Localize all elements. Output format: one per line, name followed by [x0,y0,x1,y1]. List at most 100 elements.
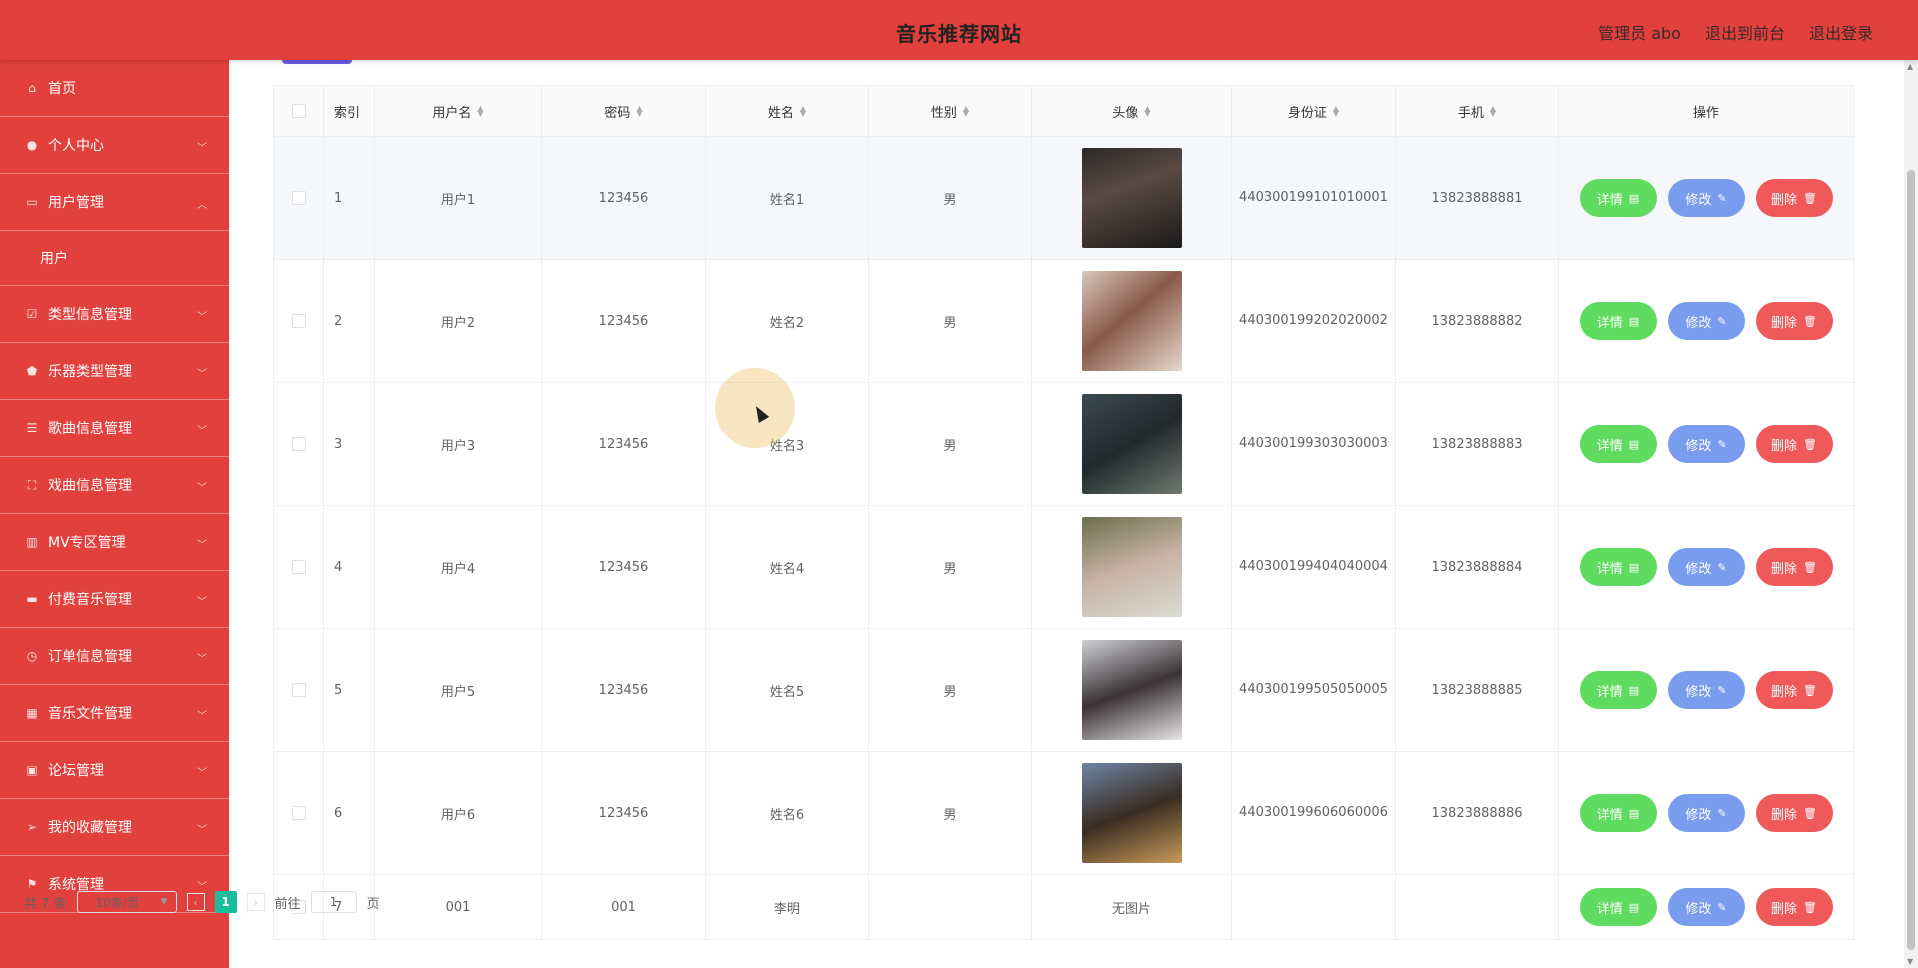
sidebar-item-personal-center[interactable]: ● 个人中心 ﹀ [0,117,229,174]
sidebar-subitem-user[interactable]: 用户 [0,231,229,286]
page-size-select[interactable]: 10条/页 ▼ [76,891,177,913]
delete-button[interactable]: 删除 🗑 [1755,179,1833,217]
edit-button[interactable]: 修改 ✎ [1667,179,1745,217]
cell-gender: 男 [869,260,1032,382]
logout-link[interactable]: 退出登录 [1809,20,1873,44]
top-header: 音乐推荐网站 管理员 abo 退出到前台 退出登录 [0,0,1918,60]
document-icon: ▤ [1628,314,1640,328]
row-checkbox[interactable] [291,437,306,451]
avatar-image[interactable] [1081,517,1182,617]
detail-button[interactable]: 详情 ▤ [1579,548,1657,586]
sidebar-item-order-info[interactable]: ◷ 订单信息管理 ﹀ [0,628,229,685]
header-name[interactable]: 姓名 ▲ ▼ [706,86,869,136]
cell-name: 姓名1 [706,137,869,259]
prev-page-button[interactable]: ‹ [186,893,205,911]
scrolled-button-edge[interactable] [282,60,352,64]
detail-button[interactable]: 详情 ▤ [1579,794,1657,832]
edit-button[interactable]: 修改 ✎ [1667,302,1745,340]
select-all-checkbox[interactable] [291,104,306,118]
table-row: 6 用户6 123456 姓名6 男 440300199606060006 13… [274,752,1853,875]
pencil-icon: ✎ [1717,191,1727,205]
sidebar-item-label: 付费音乐管理 [48,592,132,608]
delete-button[interactable]: 删除 🗑 [1755,425,1833,463]
row-checkbox[interactable] [291,560,306,574]
page-number-current[interactable]: 1 [214,891,237,913]
cell-username: 用户3 [375,383,542,505]
sidebar-item-label: 我的收藏管理 [48,820,132,836]
sidebar-item-type-info[interactable]: ☑ 类型信息管理 ﹀ [0,286,229,343]
avatar-image[interactable] [1081,148,1182,248]
scroll-down-icon[interactable]: ▼ [1907,957,1913,966]
sidebar-item-music-files[interactable]: ▦ 音乐文件管理 ﹀ [0,685,229,742]
back-to-front-link[interactable]: 退出到前台 [1705,20,1785,44]
cell-gender: 男 [869,752,1032,874]
delete-button[interactable]: 删除 🗑 [1755,888,1833,926]
button-label: 修改 [1685,192,1712,208]
sidebar-item-song-info[interactable]: ☰ 歌曲信息管理 ﹀ [0,400,229,457]
sidebar-item-paid-music[interactable]: ▬ 付费音乐管理 ﹀ [0,571,229,628]
sort-icon[interactable]: ▲ ▼ [636,105,642,118]
sidebar-item-home[interactable]: ⌂ 首页 [0,60,229,117]
detail-button[interactable]: 详情 ▤ [1579,671,1657,709]
edit-button[interactable]: 修改 ✎ [1667,671,1745,709]
delete-button[interactable]: 删除 🗑 [1755,671,1833,709]
scroll-thumb[interactable] [1907,170,1915,950]
goto-page-input[interactable]: 1 [310,891,357,913]
sidebar-item-forum[interactable]: ▣ 论坛管理 ﹀ [0,742,229,799]
cell-gender: 男 [869,137,1032,259]
detail-button[interactable]: 详情 ▤ [1579,425,1657,463]
chevron-down-icon: ﹀ [197,654,207,665]
button-label: 删除 [1771,315,1798,331]
sort-icon[interactable]: ▲ ▼ [963,105,969,118]
avatar-image[interactable] [1081,271,1182,371]
header-label: 手机 [1457,105,1484,121]
sidebar-item-opera-info[interactable]: ⛶ 戏曲信息管理 ﹀ [0,457,229,514]
header-id-card[interactable]: 身份证 ▲ ▼ [1232,86,1396,136]
document-icon: ▤ [1628,437,1640,451]
detail-button[interactable]: 详情 ▤ [1579,179,1657,217]
user-icon: ● [26,138,38,152]
row-checkbox[interactable] [291,191,306,205]
header-username[interactable]: 用户名 ▲ ▼ [375,86,542,136]
document-icon: ▤ [1628,560,1640,574]
edit-button[interactable]: 修改 ✎ [1667,794,1745,832]
delete-button[interactable]: 删除 🗑 [1755,794,1833,832]
page-scrollbar[interactable]: ▲ ▼ [1904,60,1918,968]
avatar-image[interactable] [1081,640,1182,740]
sort-icon[interactable]: ▲ ▼ [800,105,806,118]
row-checkbox[interactable] [291,683,306,697]
header-links: 管理员 abo 退出到前台 退出登录 [1598,20,1873,44]
detail-button[interactable]: 详情 ▤ [1579,888,1657,926]
send-icon: ➢ [26,820,38,834]
delete-button[interactable]: 删除 🗑 [1755,302,1833,340]
sidebar-item-label: 论坛管理 [48,763,104,779]
building-icon: ▦ [26,706,38,720]
avatar-image[interactable] [1081,394,1182,494]
cell-avatar [1032,506,1232,628]
detail-button[interactable]: 详情 ▤ [1579,302,1657,340]
cell-id-card: 440300199606060006 [1232,752,1396,874]
sidebar-item-user-management[interactable]: ▭ 用户管理 ︿ [0,174,229,231]
next-page-button[interactable]: › [246,893,265,911]
header-gender[interactable]: 性别 ▲ ▼ [869,86,1032,136]
row-checkbox[interactable] [291,806,306,820]
sort-icon[interactable]: ▲ ▼ [1144,105,1150,118]
sort-icon[interactable]: ▲ ▼ [1490,105,1496,118]
avatar-image[interactable] [1081,763,1182,863]
pencil-icon: ✎ [1717,314,1727,328]
header-phone[interactable]: 手机 ▲ ▼ [1396,86,1559,136]
sidebar-item-mv-zone[interactable]: ▥ MV专区管理 ﹀ [0,514,229,571]
document-icon: ▤ [1628,683,1640,697]
delete-button[interactable]: 删除 🗑 [1755,548,1833,586]
scroll-up-icon[interactable]: ▲ [1907,62,1913,71]
header-avatar[interactable]: 头像 ▲ ▼ [1032,86,1232,136]
sidebar-item-instrument-type[interactable]: ⬟ 乐器类型管理 ﹀ [0,343,229,400]
edit-button[interactable]: 修改 ✎ [1667,888,1745,926]
sidebar-item-favorites[interactable]: ➢ 我的收藏管理 ﹀ [0,799,229,856]
sort-icon[interactable]: ▲ ▼ [477,105,483,118]
row-checkbox[interactable] [291,314,306,328]
edit-button[interactable]: 修改 ✎ [1667,548,1745,586]
edit-button[interactable]: 修改 ✎ [1667,425,1745,463]
header-password[interactable]: 密码 ▲ ▼ [542,86,706,136]
sort-icon[interactable]: ▲ ▼ [1333,105,1339,118]
